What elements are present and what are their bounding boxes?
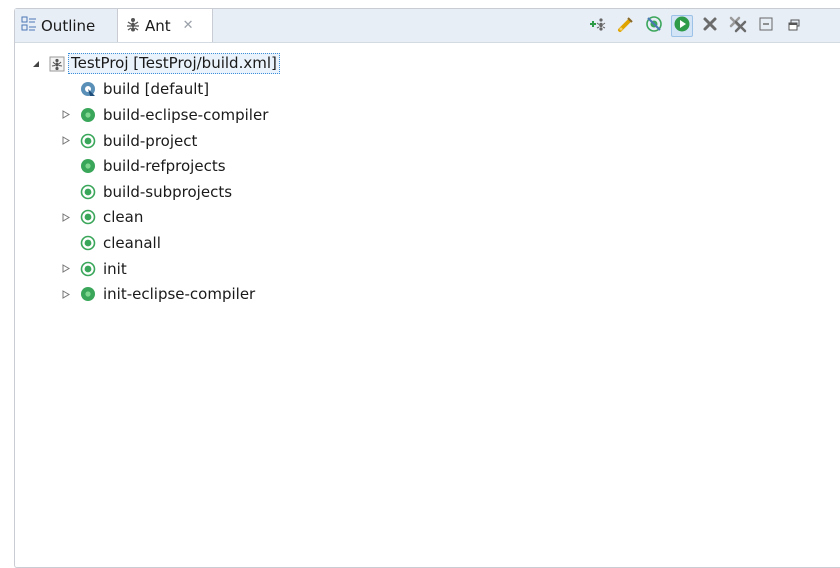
tab-ant-label: Ant (145, 16, 171, 35)
add-buildfiles-button[interactable] (587, 15, 609, 37)
tab-outline-label: Outline (41, 16, 96, 35)
target-icon (80, 158, 96, 174)
filter-targets-icon (645, 15, 663, 37)
close-icon[interactable]: ✕ (183, 18, 194, 33)
tab-ant[interactable]: Ant ✕ (117, 8, 213, 42)
add-ant-icon (589, 16, 607, 36)
expanded-twisty-icon[interactable] (31, 59, 41, 69)
ant-buildfile-icon (49, 56, 65, 72)
target-label: build-refprojects (103, 157, 226, 176)
search-buildfile-icon (617, 15, 635, 37)
remove-all-button[interactable] (727, 15, 749, 37)
run-target-button[interactable] (671, 15, 693, 37)
collapsed-twisty-icon[interactable] (61, 264, 71, 274)
target-row-build-subprojects[interactable]: build-subprojects (15, 179, 840, 205)
tree-root-row[interactable]: TestProj [TestProj/build.xml] (15, 51, 840, 77)
restore-icon (788, 17, 800, 35)
target-ring-icon (80, 184, 96, 200)
target-icon (80, 286, 96, 302)
remove-button[interactable] (699, 15, 721, 37)
target-label: clean (103, 208, 144, 227)
tree-root-label: TestProj [TestProj/build.xml] (68, 53, 280, 75)
target-ring-icon (80, 133, 96, 149)
target-ring-icon (80, 209, 96, 225)
target-row-init-eclipse-compiler[interactable]: init-eclipse-compiler (15, 281, 840, 307)
target-label: build-subprojects (103, 182, 233, 201)
hide-internal-targets-button[interactable] (643, 15, 665, 37)
ant-view: Outline Ant ✕ TestProj [TestProj/build.x… (14, 8, 840, 568)
tab-outline[interactable]: Outline (21, 9, 95, 42)
target-row-init[interactable]: init (15, 256, 840, 282)
collapsed-twisty-icon[interactable] (61, 289, 71, 299)
collapse-all-icon (759, 17, 773, 35)
target-label: build-project (103, 131, 198, 150)
target-label: build [default] (103, 80, 210, 99)
target-icon (80, 107, 96, 123)
collapsed-twisty-icon[interactable] (61, 212, 71, 222)
view-tab-bar: Outline Ant ✕ (15, 8, 840, 43)
target-row-cleanall[interactable]: cleanall (15, 230, 840, 256)
run-icon (673, 15, 691, 37)
default-target-icon (80, 81, 96, 97)
target-row-build-refprojects[interactable]: build-refprojects (15, 153, 840, 179)
target-ring-icon (80, 235, 96, 251)
target-label: build-eclipse-compiler (103, 105, 269, 124)
target-row-build[interactable]: build [default] (15, 77, 840, 103)
outline-icon (21, 16, 37, 36)
ant-tree: TestProj [TestProj/build.xml] build [def… (15, 51, 840, 307)
target-row-build-project[interactable]: build-project (15, 128, 840, 154)
collapsed-twisty-icon[interactable] (61, 110, 71, 120)
view-menu-button[interactable] (783, 15, 805, 37)
collapse-all-button[interactable] (755, 15, 777, 37)
target-label: cleanall (103, 233, 161, 252)
target-row-build-eclipse-compiler[interactable]: build-eclipse-compiler (15, 102, 840, 128)
target-row-clean[interactable]: clean (15, 205, 840, 231)
target-label: init (103, 259, 127, 278)
ant-icon (125, 16, 141, 36)
target-ring-icon (80, 261, 96, 277)
view-toolbar (587, 15, 811, 37)
remove-icon (702, 16, 718, 36)
add-with-search-button[interactable] (615, 15, 637, 37)
target-label: init-eclipse-compiler (103, 285, 256, 304)
remove-all-icon (729, 15, 747, 37)
collapsed-twisty-icon[interactable] (61, 136, 71, 146)
